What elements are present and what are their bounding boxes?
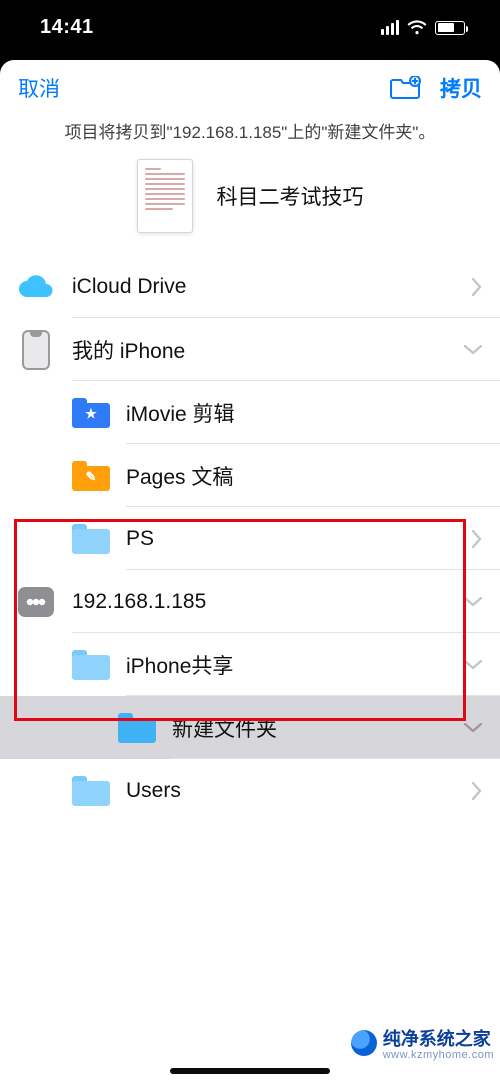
iphone-icon — [22, 330, 50, 370]
watermark-title: 纯净系统之家 — [383, 1029, 491, 1049]
row-label: iPhone共享 — [126, 650, 464, 680]
folder-icon: ✎ — [72, 461, 110, 491]
row-iphone-share[interactable]: iPhone共享 — [0, 633, 500, 696]
document-name: 科目二考试技巧 — [217, 181, 364, 211]
folder-icon — [72, 650, 110, 680]
watermark-logo-icon — [351, 1030, 377, 1056]
chevron-down-icon — [464, 660, 482, 670]
row-label: PS — [126, 527, 472, 551]
subtitle-text: 项目将拷贝到"192.168.1.185"上的"新建文件夹"。 — [0, 116, 500, 153]
row-label: iMovie 剪辑 — [126, 398, 482, 428]
row-users[interactable]: Users — [0, 759, 500, 822]
row-server[interactable]: 192.168.1.185 — [0, 570, 500, 633]
row-new-folder[interactable]: 新建文件夹 — [0, 696, 500, 759]
location-list[interactable]: iCloud Drive 我的 iPhone ★ iMovie 剪辑 ✎ Pag… — [0, 255, 500, 1083]
row-label: 我的 iPhone — [72, 335, 464, 365]
row-label: iCloud Drive — [72, 275, 472, 299]
row-icloud[interactable]: iCloud Drive — [0, 255, 500, 318]
row-ps[interactable]: PS — [0, 507, 500, 570]
chevron-right-icon — [472, 530, 482, 548]
document-thumbnail-icon — [137, 159, 193, 233]
icloud-icon — [16, 273, 56, 301]
row-label: 192.168.1.185 — [72, 590, 464, 614]
new-folder-icon[interactable] — [390, 76, 422, 100]
sheet-nav: 取消 拷贝 — [0, 60, 500, 116]
row-label: Pages 文稿 — [126, 461, 482, 491]
folder-icon — [118, 713, 156, 743]
copy-button[interactable]: 拷贝 — [440, 73, 482, 103]
signal-icon — [381, 20, 399, 35]
server-icon — [18, 587, 54, 617]
folder-icon: ★ — [72, 398, 110, 428]
row-pages[interactable]: ✎ Pages 文稿 — [0, 444, 500, 507]
chevron-down-icon — [464, 723, 482, 733]
watermark: 纯净系统之家 www.kzmyhome.com — [351, 1025, 494, 1061]
chevron-right-icon — [472, 782, 482, 800]
status-indicators — [381, 20, 465, 35]
wifi-icon — [407, 20, 427, 35]
chevron-down-icon — [464, 345, 482, 355]
cancel-button[interactable]: 取消 — [18, 73, 60, 103]
notch — [150, 0, 350, 36]
home-indicator[interactable] — [170, 1068, 330, 1074]
row-imovie[interactable]: ★ iMovie 剪辑 — [0, 381, 500, 444]
row-label: 新建文件夹 — [172, 713, 464, 743]
file-preview: 科目二考试技巧 — [0, 153, 500, 255]
watermark-url: www.kzmyhome.com — [383, 1049, 494, 1061]
folder-icon — [72, 776, 110, 806]
row-label: Users — [126, 779, 472, 803]
chevron-right-icon — [472, 278, 482, 296]
folder-icon — [72, 524, 110, 554]
chevron-down-icon — [464, 597, 482, 607]
battery-icon — [435, 21, 465, 35]
copy-sheet: 取消 拷贝 项目将拷贝到"192.168.1.185"上的"新建文件夹"。 科目… — [0, 60, 500, 1083]
row-my-iphone[interactable]: 我的 iPhone — [0, 318, 500, 381]
status-time: 14:41 — [40, 16, 94, 39]
